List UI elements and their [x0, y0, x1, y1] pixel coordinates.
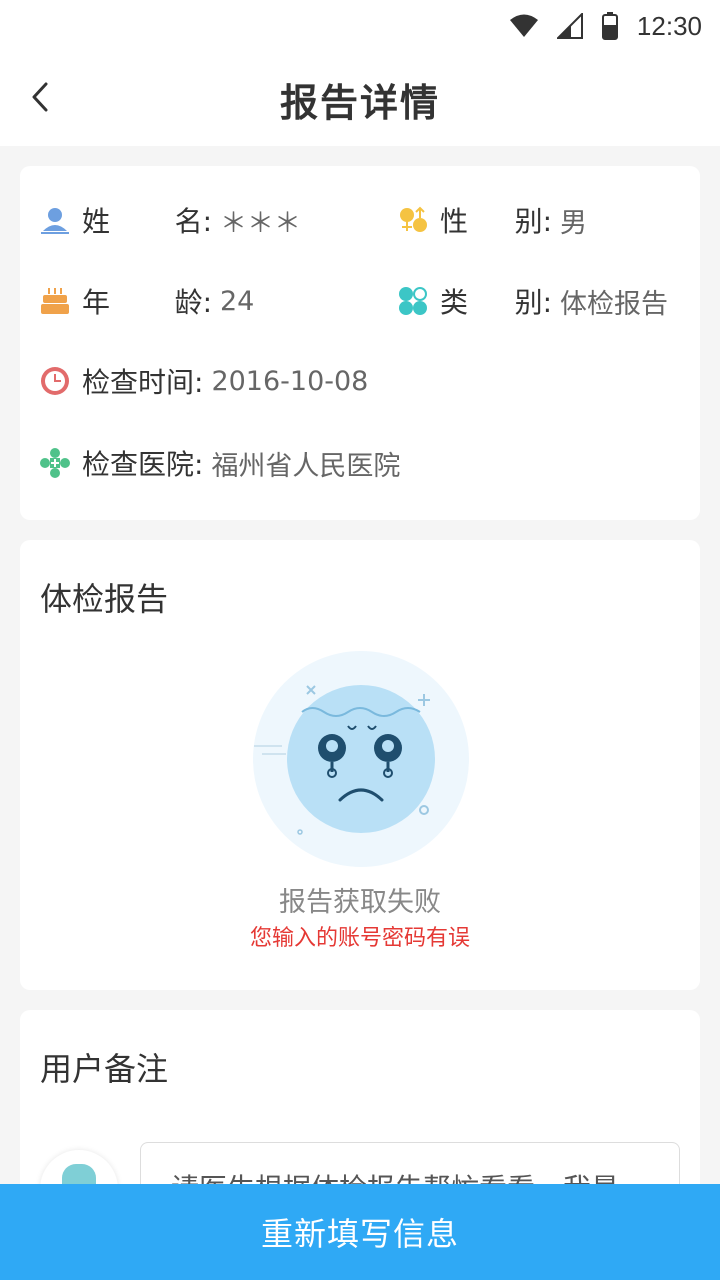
hospital-value: 福州省人民医院 — [211, 450, 401, 482]
error-title: 报告获取失败 — [279, 887, 441, 918]
exam-time-label: 检查时间: — [82, 366, 204, 399]
clock-icon — [40, 366, 70, 396]
name-value: ＊＊＊ — [220, 207, 301, 239]
patient-info-card: 姓名: ＊＊＊ 性别: 男 年龄: 24 类别: 体检报告 检查时间: 2016… — [20, 166, 700, 520]
report-card: 体检报告 报告获取失败 您输入的账号密码有误 — [20, 540, 700, 990]
error-subtitle: 您输入的账号密码有误 — [249, 926, 470, 951]
info-row-name: 姓 名: ＊＊＊ — [40, 200, 301, 240]
nav-bar: 报告详情 — [0, 52, 720, 146]
name-label-a: 姓 — [82, 205, 111, 238]
age-value: 24 — [220, 285, 255, 317]
page-title: 报告详情 — [279, 80, 440, 125]
wifi-icon — [509, 14, 539, 38]
person-icon — [40, 205, 70, 235]
chevron-left-icon — [30, 81, 50, 117]
refill-info-button[interactable]: 重新填写信息 — [0, 1184, 720, 1280]
exam-time-value: 2016-10-08 — [211, 365, 369, 397]
crying-face-icon — [252, 650, 470, 868]
age-label-a: 年 — [82, 286, 111, 319]
info-row-hospital: 检查医院: 福州省人民医院 — [40, 443, 400, 483]
gender-value: 男 — [560, 207, 587, 239]
name-label-b: 名: — [174, 205, 212, 238]
gender-label-a: 性 — [440, 205, 469, 238]
battery-icon — [601, 12, 619, 40]
signal-icon — [556, 13, 583, 39]
category-label-b: 别: — [514, 286, 552, 319]
report-section-title: 体检报告 — [40, 580, 169, 618]
info-row-category: 类 别: 体检报告 — [398, 281, 668, 321]
status-bar: 12:30 — [0, 0, 720, 52]
info-row-exam-time: 检查时间: 2016-10-08 — [40, 361, 368, 401]
status-time: 12:30 — [636, 10, 702, 41]
gender-icon — [398, 205, 428, 235]
gender-label-b: 别: — [514, 205, 552, 238]
grid-icon — [398, 286, 428, 316]
info-row-age: 年 龄: 24 — [40, 281, 254, 321]
category-value: 体检报告 — [560, 288, 668, 320]
hospital-cross-icon — [40, 448, 70, 478]
info-row-gender: 性 别: 男 — [398, 200, 587, 240]
category-label-a: 类 — [440, 286, 469, 319]
cake-icon — [40, 286, 70, 316]
age-label-b: 龄: — [174, 286, 212, 319]
hospital-label: 检查医院: — [82, 448, 204, 481]
back-button[interactable] — [18, 72, 62, 126]
notes-section-title: 用户备注 — [40, 1050, 169, 1088]
